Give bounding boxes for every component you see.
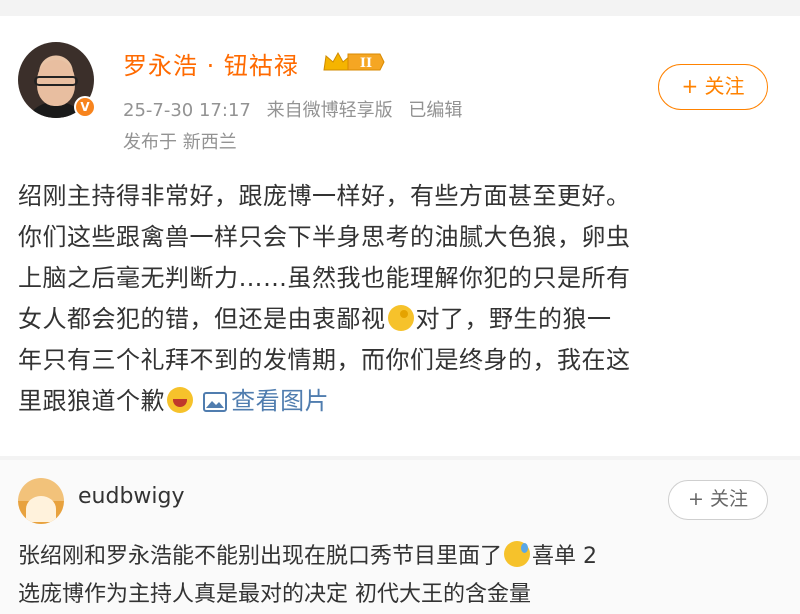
post-meta: 25-7-30 17:17 来自微博轻享版 已编辑	[123, 96, 472, 122]
follow-button[interactable]: + 关注	[658, 64, 768, 110]
picture-icon	[203, 392, 228, 412]
view-pictures-label: 查看图片	[231, 387, 330, 415]
post-location: 发布于 新西兰	[123, 132, 237, 153]
comment-body: 张绍刚和罗永浩能不能别出现在脱口秀节目里面了 喜单 2 选庞博作为主持人真是最对的…	[18, 538, 788, 614]
post-body: 绍刚主持得非常好，跟庞博一样好，有些方面甚至更好。 你们这些跟禽兽一样只会下半身…	[18, 176, 788, 422]
post-text-line: 上脑之后毫无判断力……虽然我也能理解你犯的只是所有	[18, 264, 631, 292]
top-strip	[0, 0, 800, 16]
laugh-emoji-icon	[167, 387, 193, 413]
crown-badge-icon: II	[323, 51, 385, 71]
post-source: 来自微博轻享版	[266, 100, 393, 121]
post-text-segment: 对了，野生的狼一	[415, 305, 612, 333]
commenter-name[interactable]: eudbwigy	[78, 484, 185, 509]
edited-label: 已编辑	[408, 100, 463, 121]
commenter-avatar[interactable]	[18, 478, 64, 524]
weibo-post-card: V 罗永浩 · 钮祜禄 II 25-7-30 17:17 来自微博轻享版 已编辑…	[0, 16, 800, 456]
commenter-follow-button[interactable]: + 关注	[668, 480, 768, 520]
post-text-segment: 里跟狼道个歉	[18, 387, 165, 415]
author-name[interactable]: 罗永浩 · 钮祜禄	[123, 46, 299, 81]
post-text-line: 绍刚主持得非常好，跟庞博一样好，有些方面甚至更好。	[18, 182, 631, 210]
verified-v-icon: V	[74, 96, 96, 118]
post-text-line: 你们这些跟禽兽一样只会下半身思考的油腻大色狼，卵虫	[18, 223, 631, 251]
post-text-line-7: 里跟狼道个歉 查看图片	[18, 381, 788, 422]
view-pictures-link[interactable]: 查看图片	[203, 387, 329, 415]
comment-text-segment: 张绍刚和罗永浩能不能别出现在脱口秀节目里面了	[18, 544, 503, 569]
sweat-emoji-icon	[504, 541, 531, 567]
post-text-line: 年只有三个礼拜不到的发情期，而你们是终身的，我在这	[18, 346, 631, 374]
post-text-line-4: 女人都会犯的错，但还是由衷鄙视 对了，野生的狼一	[18, 299, 788, 340]
thinking-emoji-icon	[387, 305, 414, 331]
post-text-segment: 女人都会犯的错，但还是由衷鄙视	[18, 305, 386, 333]
comment-text-segment: 喜单 2	[532, 544, 598, 569]
comment-item: eudbwigy + 关注 张绍刚和罗永浩能不能别出现在脱口秀节目里面了 喜单 2…	[0, 460, 800, 614]
level-badge-text: II	[360, 56, 372, 71]
post-date: 25-7-30 17:17	[123, 100, 251, 121]
comment-text-line-2: 选庞博作为主持人真是最对的决定 初代大王的含金量	[18, 582, 531, 607]
comment-text-line-1: 张绍刚和罗永浩能不能别出现在脱口秀节目里面了 喜单 2	[18, 538, 788, 576]
